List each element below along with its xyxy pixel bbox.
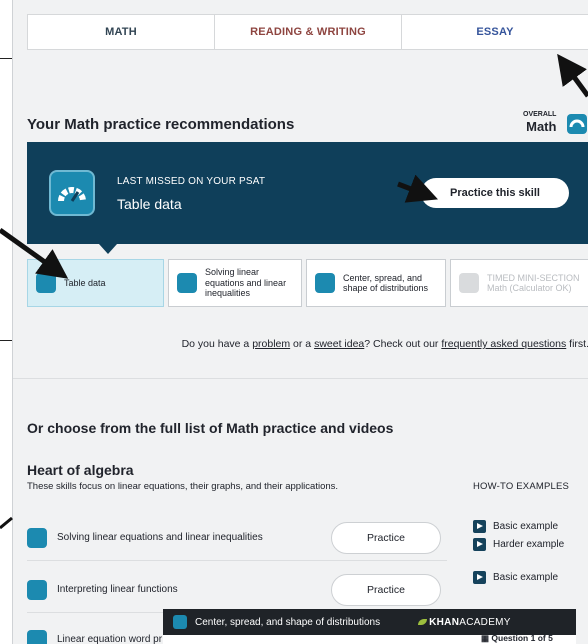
list-item: Solving linear equations and linear ineq… — [27, 516, 447, 560]
howto-examples-header: HOW-TO EXAMPLES — [473, 481, 570, 492]
play-icon — [473, 520, 486, 533]
khan-academy-logo: KHANACADEMY — [418, 617, 511, 628]
question-counter: ▦ Question 1 of 5 — [481, 633, 553, 643]
mastery-gauge-icon — [36, 273, 56, 293]
section-divider — [13, 378, 588, 379]
skill-card-timed-mini-section: TIMED MINI-SECTION Math (Calculator OK) — [450, 259, 588, 307]
problem-link[interactable]: problem — [252, 338, 290, 350]
example-label: Harder example — [493, 539, 565, 550]
banner-label: LAST MISSED ON YOUR PSAT — [117, 176, 266, 187]
subject-tabs: MATH READING & WRITING ESSAY — [27, 14, 588, 50]
example-label: Basic example — [493, 572, 559, 583]
mastery-gauge-icon — [27, 580, 47, 600]
skill-card-table-data[interactable]: Table data — [27, 259, 164, 307]
leaf-icon — [418, 618, 428, 625]
practice-this-skill-button[interactable]: Practice this skill — [421, 178, 569, 208]
skill-label: Interpreting linear functions — [57, 584, 178, 595]
practice-button[interactable]: Practice — [331, 574, 441, 606]
tab-math[interactable]: MATH — [28, 15, 215, 49]
left-edge-line — [0, 340, 12, 341]
mastery-gauge-icon — [27, 630, 47, 644]
recommended-skill-cards: Table data Solving linear equations and … — [27, 259, 588, 307]
practice-page: MATH READING & WRITING ESSAY Your Math p… — [12, 0, 588, 644]
feedback-text: ? Check out our — [364, 338, 442, 350]
video-title: Center, spread, and shape of distributio… — [195, 616, 381, 628]
skill-card-label: Solving linear equations and linear ineq… — [205, 267, 287, 299]
overall-level: OVERALL Math — [523, 111, 556, 136]
feedback-text: Do you have a — [181, 338, 253, 350]
example-link[interactable]: Basic example — [473, 571, 558, 584]
full-list-title: Or choose from the full list of Math pra… — [27, 420, 394, 436]
example-link[interactable]: Basic example — [473, 520, 558, 533]
section-description: These skills focus on linear equations, … — [27, 481, 339, 492]
overall-label: OVERALL — [523, 111, 557, 118]
lock-icon — [459, 273, 479, 293]
left-edge-line — [0, 58, 12, 59]
mastery-gauge-icon — [27, 528, 47, 548]
mastery-gauge-icon — [315, 273, 335, 293]
tab-essay[interactable]: ESSAY — [402, 15, 588, 49]
skill-card-label: TIMED MINI-SECTION Math (Calculator OK) — [487, 272, 580, 293]
section-title: Heart of algebra — [27, 462, 134, 478]
example-label: Basic example — [493, 521, 559, 532]
skill-card-distributions[interactable]: Center, spread, and shape of distributio… — [306, 259, 446, 307]
feedback-line: Do you have a problem or a sweet idea? C… — [13, 338, 588, 350]
row-divider — [27, 560, 447, 561]
feedback-text: or a — [290, 338, 315, 350]
example-link[interactable]: Harder example — [473, 538, 564, 551]
tab-reading-writing[interactable]: READING & WRITING — [215, 15, 402, 49]
practice-button[interactable]: Practice — [331, 522, 441, 554]
mastery-gauge-icon — [49, 170, 95, 216]
skill-card-label: Center, spread, and shape of distributio… — [343, 272, 429, 293]
feedback-text: first. — [566, 338, 588, 350]
arrow-icon — [0, 516, 13, 530]
mastery-gauge-icon — [177, 273, 197, 293]
overall-subject: Math — [526, 119, 557, 134]
list-item: Interpreting linear functions Practice — [27, 568, 447, 612]
play-icon — [473, 538, 486, 551]
last-missed-banner: LAST MISSED ON YOUR PSAT Table data Prac… — [27, 142, 588, 244]
mastery-gauge-icon — [173, 615, 187, 629]
sweet-idea-link[interactable]: sweet idea — [314, 338, 364, 350]
faq-link[interactable]: frequently asked questions — [441, 338, 566, 350]
mastery-gauge-icon — [567, 114, 587, 134]
recommendations-title: Your Math practice recommendations — [27, 116, 295, 133]
video-overlay-header[interactable]: Center, spread, and shape of distributio… — [163, 609, 576, 635]
play-icon — [473, 571, 486, 584]
active-card-pointer — [99, 244, 117, 254]
skill-card-linear-equations[interactable]: Solving linear equations and linear ineq… — [168, 259, 302, 307]
skill-label: Solving linear equations and linear ineq… — [57, 532, 263, 543]
banner-skill-name: Table data — [117, 196, 182, 212]
skill-card-label: Table data — [64, 277, 106, 288]
skill-label: Linear equation word pr — [57, 634, 163, 644]
